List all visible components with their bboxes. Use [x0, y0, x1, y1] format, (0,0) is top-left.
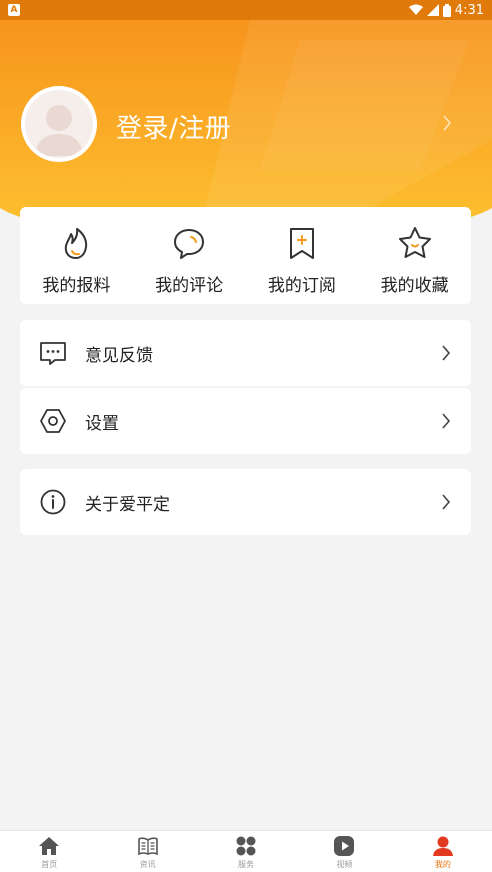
- profile-icon: [432, 836, 453, 856]
- info-icon: [40, 489, 66, 515]
- tab-label: 资讯: [139, 860, 156, 869]
- avatar[interactable]: [21, 86, 97, 162]
- tab-label: 服务: [238, 860, 255, 869]
- settings-hexagon-icon: [40, 409, 66, 433]
- comment-icon: [174, 229, 205, 259]
- my-subscriptions-button[interactable]: 我的订阅: [246, 207, 359, 304]
- feedback-label: 意见反馈: [85, 345, 153, 366]
- tab-services[interactable]: 服务: [197, 831, 295, 872]
- signal-icon: [426, 4, 439, 16]
- about-menu-item[interactable]: 关于爱平定: [20, 469, 471, 535]
- settings-label: 设置: [85, 413, 119, 434]
- tab-label: 首页: [41, 860, 58, 869]
- home-icon: [39, 837, 60, 855]
- quick-actions-card: 我的报料 我的评论 我的订阅 我的收藏: [20, 207, 471, 304]
- tab-profile[interactable]: 我的: [394, 831, 492, 872]
- wifi-icon: [408, 4, 423, 15]
- quick-action-label: 我的评论: [155, 276, 224, 296]
- status-bar: A 4:31: [0, 0, 492, 20]
- news-icon: [137, 837, 158, 856]
- flame-icon: [65, 228, 88, 259]
- quick-action-label: 我的报料: [42, 276, 111, 296]
- default-avatar-icon: [35, 105, 83, 156]
- status-time: 4:31: [454, 2, 484, 18]
- login-register-link[interactable]: 登录/注册: [116, 108, 231, 145]
- star-icon: [398, 227, 431, 258]
- quick-action-label: 我的订阅: [267, 276, 336, 296]
- battery-icon: [442, 3, 451, 17]
- my-favorites-button[interactable]: 我的收藏: [358, 207, 471, 304]
- tab-label: 视频: [336, 860, 353, 869]
- feedback-menu-item[interactable]: 意见反馈: [20, 320, 471, 386]
- tab-video[interactable]: 视频: [295, 831, 393, 872]
- my-comments-button[interactable]: 我的评论: [133, 207, 246, 304]
- about-label: 关于爱平定: [85, 494, 170, 515]
- quick-action-label: 我的收藏: [380, 276, 449, 296]
- settings-menu-item[interactable]: 设置: [20, 388, 471, 454]
- feedback-icon: [40, 342, 66, 365]
- tab-label: 我的: [434, 860, 451, 869]
- tab-home[interactable]: 首页: [0, 831, 98, 872]
- chevron-right-icon: [442, 494, 451, 510]
- chevron-right-icon: [442, 413, 451, 429]
- chevron-right-icon[interactable]: [442, 114, 452, 132]
- notification-badge-icon: A: [8, 4, 20, 16]
- chevron-right-icon: [442, 345, 451, 361]
- bottom-tab-bar: 首页 资讯 服务 视频 我的: [0, 830, 492, 872]
- services-icon: [236, 836, 256, 856]
- video-icon: [334, 836, 355, 856]
- subscribe-icon: [289, 228, 314, 259]
- my-reports-button[interactable]: 我的报料: [20, 207, 133, 304]
- tab-news[interactable]: 资讯: [98, 831, 196, 872]
